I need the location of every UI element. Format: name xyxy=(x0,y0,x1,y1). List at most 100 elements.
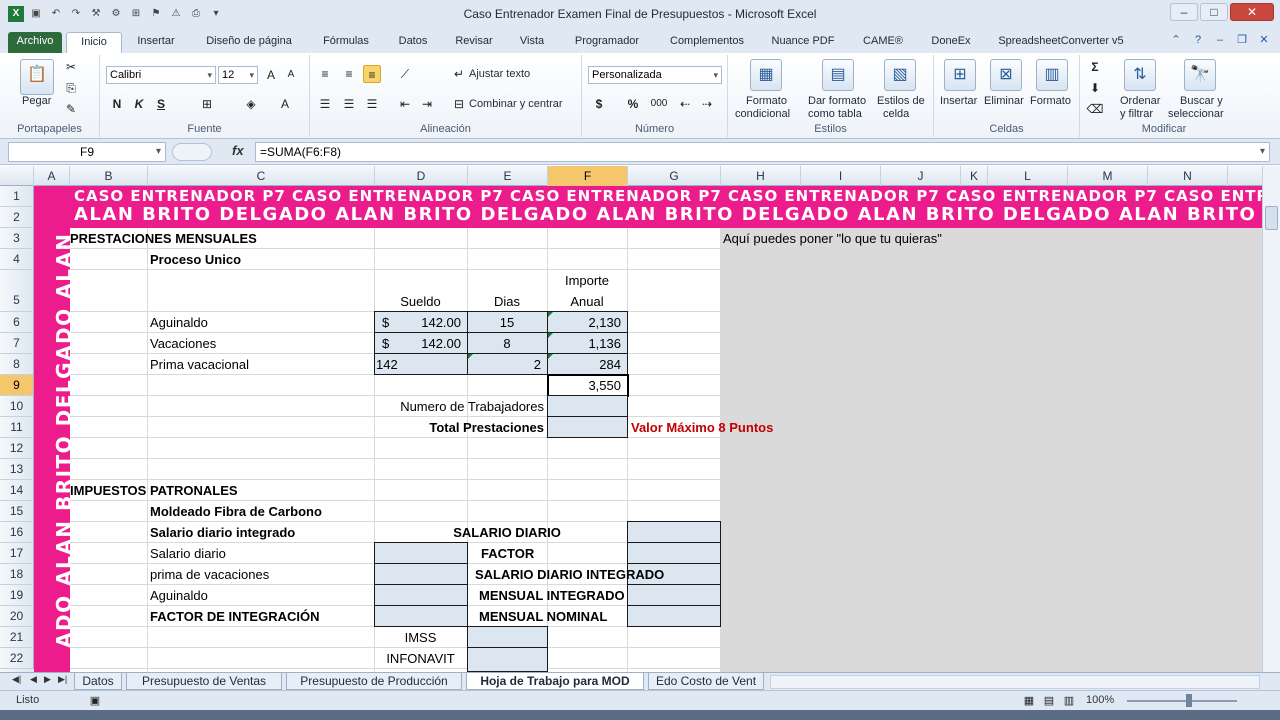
tab-insertar[interactable]: Insertar xyxy=(128,32,184,53)
column-header[interactable]: B xyxy=(70,166,148,186)
last-sheet-icon[interactable]: ▶| xyxy=(58,674,67,685)
format-table-label-2[interactable]: como tabla xyxy=(808,108,862,120)
underline-button[interactable]: S xyxy=(152,95,170,113)
merge-center-icon[interactable]: ⊟ xyxy=(450,95,468,113)
row-header[interactable]: 15 xyxy=(0,501,34,522)
next-sheet-icon[interactable]: ▶ xyxy=(44,674,51,685)
fill-color-icon[interactable]: ◈ xyxy=(242,95,260,113)
imss-input[interactable] xyxy=(467,626,548,648)
column-header[interactable]: I xyxy=(801,166,881,186)
column-header[interactable]: H xyxy=(721,166,801,186)
close-button[interactable]: ✕ xyxy=(1230,3,1274,21)
tab-spreadsheetconverter[interactable]: SpreadsheetConverter v5 xyxy=(988,32,1134,53)
tab-datos[interactable]: Datos xyxy=(388,32,438,53)
format-table-label[interactable]: Dar formato xyxy=(808,95,866,107)
tab-diseno-pagina[interactable]: Diseño de página xyxy=(194,32,304,53)
column-header[interactable]: J xyxy=(881,166,961,186)
cut-icon[interactable]: ✂ xyxy=(62,58,80,76)
row-header[interactable]: 22 xyxy=(0,648,34,669)
insert-cells-icon[interactable]: ⊞ xyxy=(944,59,976,91)
column-header[interactable]: F xyxy=(548,166,628,186)
trabajadores-input[interactable] xyxy=(547,395,628,417)
tab-complementos[interactable]: Complementos xyxy=(660,32,754,53)
increase-decimal-icon[interactable]: ⇠ xyxy=(676,95,694,113)
conditional-format-label-2[interactable]: condicional xyxy=(735,108,790,120)
cell-styles-icon[interactable]: ▧ xyxy=(884,59,916,91)
orientation-icon[interactable]: ⟋ xyxy=(396,65,414,83)
row-header[interactable]: 19 xyxy=(0,585,34,606)
tab-nuance-pdf[interactable]: Nuance PDF xyxy=(764,32,842,53)
column-header[interactable]: D xyxy=(375,166,468,186)
cell-styles-label[interactable]: Estilos de xyxy=(877,95,925,107)
decrease-indent-icon[interactable]: ⇤ xyxy=(396,95,414,113)
autosum-button[interactable]: Σ xyxy=(1086,58,1104,76)
row-header[interactable]: 18 xyxy=(0,564,34,585)
sueldo-cell[interactable]: 142.00 xyxy=(374,312,467,333)
salario-diario-input[interactable] xyxy=(627,521,721,543)
tab-archivo[interactable]: Archivo xyxy=(8,32,62,53)
total-prestaciones-input[interactable] xyxy=(547,416,628,438)
align-right-icon[interactable]: ☰ xyxy=(363,95,381,113)
tab-formulas[interactable]: Fórmulas xyxy=(314,32,378,53)
insert-function-icon[interactable]: fx xyxy=(232,143,244,158)
mensual-integrado-input[interactable] xyxy=(627,584,721,606)
importe-cell[interactable]: 284 xyxy=(547,354,627,375)
clear-icon[interactable]: ⌫ xyxy=(1086,100,1104,118)
number-format-combo[interactable]: Personalizada xyxy=(588,66,722,84)
row-header[interactable]: 5 xyxy=(0,270,34,312)
decrease-decimal-icon[interactable]: ⇢ xyxy=(698,95,716,113)
tab-came[interactable]: CAME® xyxy=(852,32,914,53)
column-header[interactable]: N xyxy=(1148,166,1228,186)
window-restore-icon[interactable]: ❐ xyxy=(1234,32,1250,48)
row-header[interactable]: 17 xyxy=(0,543,34,564)
zoom-level[interactable]: 100% xyxy=(1086,694,1114,706)
find-select-label[interactable]: Buscar y xyxy=(1180,95,1223,107)
font-name-combo[interactable]: Calibri xyxy=(106,66,216,84)
italic-button[interactable]: K xyxy=(130,95,148,113)
dias-cell[interactable]: 15 xyxy=(467,312,547,333)
shrink-font-icon[interactable]: A xyxy=(282,66,300,84)
factor-integracion-val[interactable] xyxy=(374,605,468,627)
sueldo-cell[interactable]: 142 xyxy=(376,354,398,375)
sort-filter-label[interactable]: Ordenar xyxy=(1120,95,1160,107)
normal-view-icon[interactable]: ▦ xyxy=(1020,692,1038,710)
find-select-icon[interactable]: 🔭 xyxy=(1184,59,1216,91)
tab-doneex[interactable]: DoneEx xyxy=(924,32,978,53)
tab-programador[interactable]: Programador xyxy=(564,32,650,53)
row-header[interactable]: 8 xyxy=(0,354,34,375)
help-icon[interactable]: ? xyxy=(1190,32,1206,48)
tab-revisar[interactable]: Revisar xyxy=(448,32,500,53)
paste-icon[interactable]: 📋 xyxy=(20,59,54,95)
row-header[interactable]: 14 xyxy=(0,480,34,501)
column-header[interactable]: L xyxy=(988,166,1068,186)
dias-cell[interactable]: 8 xyxy=(467,333,547,354)
align-left-icon[interactable]: ☰ xyxy=(316,95,334,113)
align-top-icon[interactable]: ≡ xyxy=(316,65,334,83)
row-header[interactable]: 1 xyxy=(0,186,34,207)
minimize-button[interactable]: – xyxy=(1170,3,1198,21)
row-header[interactable]: 3 xyxy=(0,228,34,249)
format-painter-icon[interactable]: ✎ xyxy=(62,100,80,118)
align-center-icon[interactable]: ☰ xyxy=(340,95,358,113)
prima-vacaciones-val[interactable] xyxy=(374,563,468,585)
tab-vista[interactable]: Vista xyxy=(510,32,554,53)
delete-cells-label[interactable]: Eliminar xyxy=(984,95,1024,107)
row-header[interactable]: 2 xyxy=(0,207,34,228)
salario-diario-val[interactable] xyxy=(374,542,468,564)
font-color-icon[interactable]: A xyxy=(276,95,294,113)
row-header[interactable]: 13 xyxy=(0,459,34,480)
window-minimize-icon[interactable]: – xyxy=(1212,32,1228,48)
format-cells-icon[interactable]: ▥ xyxy=(1036,59,1068,91)
infonavit-input[interactable] xyxy=(467,647,548,672)
row-header[interactable]: 4 xyxy=(0,249,34,270)
fill-icon[interactable]: ⬇ xyxy=(1086,79,1104,97)
row-header[interactable]: 11 xyxy=(0,417,34,438)
row-header[interactable]: 9 xyxy=(0,375,34,396)
factor-input[interactable] xyxy=(627,542,721,564)
dias-cell[interactable]: 2 xyxy=(467,354,547,375)
tab-inicio[interactable]: Inicio xyxy=(66,32,122,53)
name-box[interactable]: F9 xyxy=(8,142,166,162)
aguinaldo-val[interactable] xyxy=(374,584,468,606)
row-header[interactable]: 21 xyxy=(0,627,34,648)
delete-cells-icon[interactable]: ⊠ xyxy=(990,59,1022,91)
